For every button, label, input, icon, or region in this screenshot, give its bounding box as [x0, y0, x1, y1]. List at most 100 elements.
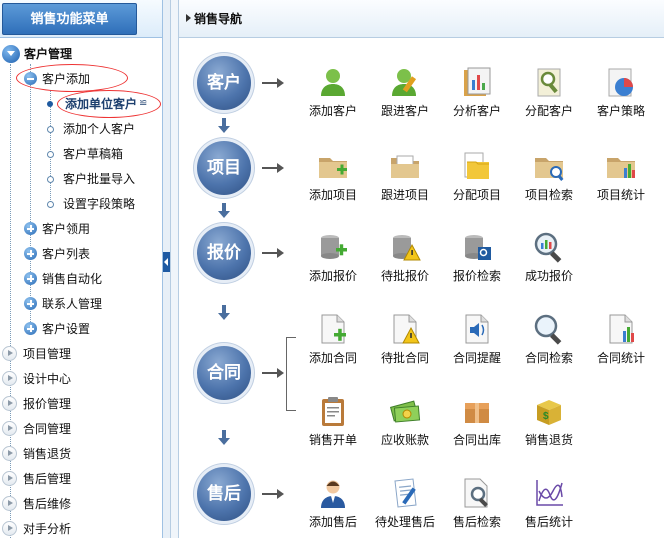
bullet-icon: [47, 151, 54, 158]
user-add-icon: [321, 69, 345, 96]
menu-add-personal-customer[interactable]: 添加个人客户: [44, 118, 162, 140]
database-warning-icon: [393, 235, 421, 261]
dollar-box-icon: $: [537, 400, 561, 425]
expand-icon: [2, 346, 17, 361]
item-label: 项目统计: [596, 188, 645, 202]
menu-label: 销售自动化: [42, 272, 103, 286]
item-label: 应收账款: [380, 433, 429, 447]
category-customer[interactable]: 客户: [197, 56, 251, 110]
search-contract-button[interactable]: 合同检索: [514, 313, 584, 383]
add-project-button[interactable]: 添加项目: [298, 150, 368, 220]
item-label: 添加报价: [308, 269, 357, 283]
add-contract-button[interactable]: 添加合同: [298, 313, 368, 383]
item-label: 添加客户: [308, 104, 357, 118]
sales-order-button[interactable]: 销售开单: [298, 395, 368, 465]
money-icon: [389, 400, 421, 423]
menu-after-sales-management[interactable]: 售后管理: [2, 468, 152, 490]
menu-field-strategy[interactable]: 设置字段策略: [44, 193, 162, 215]
right-arrow-icon: [262, 163, 284, 173]
item-label: 销售开单: [308, 433, 357, 447]
category-after-sales[interactable]: 售后: [197, 467, 251, 521]
analyze-customer-button[interactable]: 分析客户: [442, 66, 512, 136]
right-arrow-icon: [262, 248, 284, 258]
user-edit-icon: [392, 69, 417, 96]
sales-return-button[interactable]: $ 销售退货: [514, 395, 584, 465]
caret-right-icon: [186, 14, 191, 22]
expand-icon: [2, 446, 17, 461]
line-chart-icon: [536, 480, 563, 506]
item-label: 添加项目: [308, 188, 357, 202]
menu-label: 客户列表: [42, 247, 91, 261]
assign-customer-button[interactable]: 分配客户: [514, 66, 584, 136]
file-chart-icon: [464, 67, 491, 96]
menu-customer-management[interactable]: 客户管理: [2, 43, 160, 65]
menu-sales-automation[interactable]: 销售自动化: [24, 268, 154, 290]
right-arrow-icon: [262, 489, 284, 499]
plus-icon: [24, 247, 37, 260]
document-add-icon: [321, 314, 346, 344]
collapse-sidebar-button[interactable]: [163, 252, 170, 272]
item-label: 报价检索: [452, 269, 501, 283]
menu-customer-list[interactable]: 客户列表: [24, 243, 154, 265]
category-project[interactable]: 项目: [197, 141, 251, 195]
menu-label: 添加个人客户: [63, 122, 136, 136]
document-warning-icon: [393, 314, 420, 344]
menu-label: 售后维修: [23, 497, 72, 511]
menu-label: 客户批量导入: [63, 172, 136, 186]
folder-chart-icon: [607, 158, 635, 178]
item-label: 添加合同: [308, 351, 357, 365]
menu-label: 合同管理: [23, 422, 72, 436]
follow-customer-button[interactable]: 跟进客户: [370, 66, 440, 136]
service-agent-icon: [321, 480, 345, 508]
after-sales-stats-button[interactable]: 售后统计: [514, 477, 584, 547]
main-border: [171, 0, 179, 538]
menu-customer-settings[interactable]: 客户设置: [24, 318, 154, 340]
collapse-icon: [2, 45, 20, 63]
assign-project-button[interactable]: 分配项目: [442, 150, 512, 220]
category-contract[interactable]: 合同: [197, 346, 251, 400]
item-label: 项目检索: [524, 188, 573, 202]
menu-customer-batch-import[interactable]: 客户批量导入: [44, 168, 162, 190]
menu-sales-return[interactable]: 销售退货: [2, 443, 152, 465]
contract-outbound-button[interactable]: 合同出库: [442, 395, 512, 465]
menu-competitor-analysis[interactable]: 对手分析: [2, 518, 152, 538]
document-pen-icon: [394, 478, 417, 508]
project-stats-button[interactable]: 项目统计: [586, 150, 656, 220]
search-quote-button[interactable]: 报价检索: [442, 231, 512, 301]
menu-label: 对手分析: [23, 522, 72, 536]
sidebar-splitter[interactable]: [163, 0, 171, 538]
plus-icon: [24, 272, 37, 285]
contract-stats-button[interactable]: 合同统计: [586, 313, 656, 383]
document-chart-icon: [609, 314, 634, 344]
menu-contact-management[interactable]: 联系人管理: [24, 293, 154, 315]
add-quote-button[interactable]: 添加报价: [298, 231, 368, 301]
menu-customer-drafts[interactable]: 客户草稿箱: [44, 143, 162, 165]
sidebar-title[interactable]: 销售功能菜单: [2, 3, 137, 35]
category-quote[interactable]: 报价: [197, 226, 251, 280]
receivables-button[interactable]: 应收账款: [370, 395, 440, 465]
success-quote-button[interactable]: 成功报价: [514, 231, 584, 301]
menu-label: 联系人管理: [42, 297, 103, 311]
menu-design-center[interactable]: 设计中心: [2, 368, 152, 390]
follow-project-button[interactable]: 跟进项目: [370, 150, 440, 220]
add-customer-button[interactable]: 添加客户: [298, 66, 368, 136]
menu-label: 销售退货: [23, 447, 72, 461]
search-after-sales-button[interactable]: 售后检索: [442, 477, 512, 547]
add-after-sales-button[interactable]: 添加售后: [298, 477, 368, 547]
contract-reminder-button[interactable]: 合同提醒: [442, 313, 512, 383]
search-project-button[interactable]: 项目检索: [514, 150, 584, 220]
menu-after-sales-repair[interactable]: 售后维修: [2, 493, 152, 515]
customer-strategy-button[interactable]: 客户策略: [586, 66, 656, 136]
pending-contract-button[interactable]: 待批合同: [370, 313, 440, 383]
menu-contract-management[interactable]: 合同管理: [2, 418, 152, 440]
menu-label: 报价管理: [23, 397, 72, 411]
pending-quote-button[interactable]: 待批报价: [370, 231, 440, 301]
menu-customer-claim[interactable]: 客户领用: [24, 218, 154, 240]
highlight-oval: [16, 64, 128, 92]
menu-quote-management[interactable]: 报价管理: [2, 393, 152, 415]
item-label: 分配客户: [524, 104, 573, 118]
menu-project-management[interactable]: 项目管理: [2, 343, 152, 365]
main-panel: 销售导航 客户 项目 报价 合同 售后 添加客户 跟进客户 分析客户 分配客户 …: [179, 0, 664, 538]
item-label: 分配项目: [452, 188, 501, 202]
pending-after-sales-button[interactable]: 待处理售后: [370, 477, 440, 547]
